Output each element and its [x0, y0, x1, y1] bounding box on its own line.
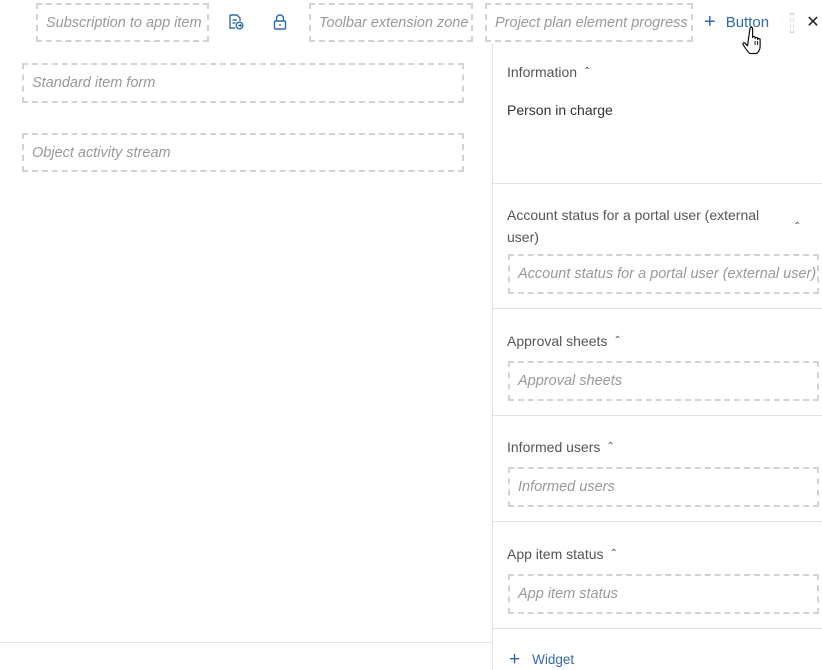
section-approval-sheets: Approval sheets ⌃ Approval sheets: [493, 309, 822, 416]
app-item-status-zone[interactable]: App item status: [508, 574, 819, 614]
section-account-status: Account status for a portal user (extern…: [493, 184, 822, 309]
chevron-up-icon[interactable]: ⌃: [793, 221, 801, 232]
right-panel: Information ⌃ Person in charge Account s…: [492, 44, 822, 670]
toolbar-extension-zone-label: Toolbar extension zone: [319, 14, 469, 31]
chevron-up-icon[interactable]: ⌃: [610, 548, 618, 559]
plus-icon: +: [704, 11, 716, 33]
plus-icon: +: [509, 649, 521, 670]
section-informed-users-header[interactable]: Informed users ⌃: [507, 439, 615, 455]
section-app-item-status-header[interactable]: App item status ⌃: [507, 546, 618, 562]
person-in-charge-label: Person in charge: [507, 102, 613, 118]
standard-item-form-label: Standard item form: [32, 75, 156, 91]
chevron-up-icon[interactable]: ⌃: [613, 335, 621, 346]
toolbar-separator: [790, 13, 794, 33]
account-status-zone[interactable]: Account status for a portal user (extern…: [508, 254, 819, 294]
chevron-up-icon[interactable]: ⌃: [606, 441, 614, 452]
object-activity-stream-label: Object activity stream: [32, 144, 171, 161]
document-export-icon[interactable]: [225, 11, 247, 33]
section-information-title: Information: [507, 64, 578, 80]
page: Subscription to app item Toolbar extensi…: [0, 0, 822, 670]
add-widget-label: Widget: [532, 652, 575, 667]
subscription-zone[interactable]: Subscription to app item: [36, 3, 209, 42]
close-icon[interactable]: ✕: [805, 12, 821, 32]
approval-sheets-zone-label: Approval sheets: [518, 373, 622, 389]
account-status-zone-label: Account status for a portal user (extern…: [518, 266, 817, 282]
standard-item-form-zone[interactable]: Standard item form: [22, 63, 464, 103]
left-bottom-divider: [0, 642, 492, 643]
section-approval-sheets-header[interactable]: Approval sheets ⌃: [507, 333, 622, 349]
section-information: Information ⌃ Person in charge: [493, 44, 822, 184]
section-approval-sheets-title: Approval sheets: [507, 333, 608, 349]
lock-icon[interactable]: [269, 11, 291, 33]
section-account-status-title[interactable]: Account status for a portal user (extern…: [507, 204, 777, 248]
app-item-status-zone-label: App item status: [518, 586, 618, 602]
section-app-item-status-title: App item status: [507, 546, 604, 562]
add-widget-button[interactable]: + Widget: [509, 650, 574, 669]
subscription-zone-label: Subscription to app item: [46, 14, 202, 31]
hand-pointer-cursor-icon: [742, 26, 768, 56]
informed-users-zone[interactable]: Informed users: [508, 467, 819, 507]
section-information-header[interactable]: Information ⌃: [507, 64, 591, 80]
section-informed-users: Informed users ⌃ Informed users: [493, 416, 822, 522]
section-app-item-status: App item status ⌃ App item status: [493, 522, 822, 629]
project-plan-zone[interactable]: Project plan element progress: [485, 3, 693, 42]
chevron-up-icon[interactable]: ⌃: [583, 66, 591, 77]
section-informed-users-title: Informed users: [507, 439, 601, 455]
object-activity-stream-zone[interactable]: Object activity stream: [22, 133, 464, 172]
project-plan-zone-label: Project plan element progress: [495, 14, 688, 31]
toolbar-extension-zone[interactable]: Toolbar extension zone: [309, 3, 473, 42]
informed-users-zone-label: Informed users: [518, 479, 615, 495]
approval-sheets-zone[interactable]: Approval sheets: [508, 361, 819, 401]
